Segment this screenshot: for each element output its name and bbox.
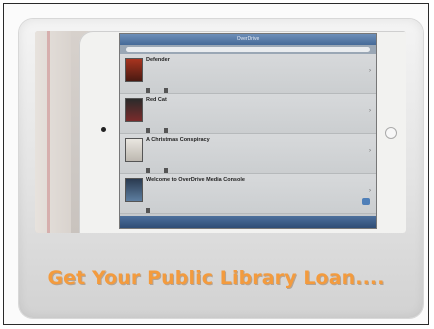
book-title: A Christmas Conspiracy <box>146 137 210 143</box>
app-navbar: OverDrive <box>120 34 376 45</box>
book-row-icons <box>146 122 170 134</box>
chevron-right-icon: › <box>369 108 371 114</box>
app-title: OverDrive <box>236 36 260 42</box>
slide-headline: Get Your Public Library Loan.... <box>47 267 385 289</box>
book-meta: Red Cat <box>146 97 306 104</box>
book-row: Defender › <box>120 54 376 94</box>
book-row: Red Cat › <box>120 94 376 134</box>
camera-icon <box>101 127 106 132</box>
wall-stripe <box>47 31 50 233</box>
book-title: Red Cat <box>146 97 167 103</box>
search-field <box>126 47 370 52</box>
chevron-right-icon: › <box>369 188 371 194</box>
wall-background <box>35 31 71 233</box>
chevron-right-icon: › <box>369 68 371 74</box>
chevron-right-icon: › <box>369 148 371 154</box>
book-row-icons <box>146 162 170 174</box>
book-cover-icon <box>125 58 143 82</box>
book-title: Welcome to OverDrive Media Console <box>146 177 245 183</box>
book-row-icons <box>146 82 170 94</box>
info-icon <box>164 88 169 94</box>
book-cover-icon <box>125 138 143 162</box>
ipad-photo: OverDrive Defender › Red Cat › A Christm… <box>35 31 406 233</box>
home-button-icon <box>385 127 397 139</box>
book-row-icons <box>146 202 160 214</box>
info-icon <box>164 168 169 174</box>
book-row: Welcome to OverDrive Media Console › <box>120 174 376 214</box>
search-bar <box>120 45 376 54</box>
book-title: Defender <box>146 57 170 63</box>
ebook-icon <box>146 88 150 94</box>
download-button <box>362 198 370 205</box>
info-icon <box>164 128 169 134</box>
book-cover-icon <box>125 98 143 122</box>
slide-frame: OverDrive Defender › Red Cat › A Christm… <box>3 3 429 325</box>
ebook-icon <box>146 168 150 174</box>
ipad-device: OverDrive Defender › Red Cat › A Christm… <box>79 31 406 233</box>
headphones-icon <box>146 128 150 134</box>
book-list: Defender › Red Cat › A Christmas Conspir… <box>120 54 376 216</box>
book-meta: Welcome to OverDrive Media Console <box>146 177 306 184</box>
book-cover-icon <box>125 178 143 202</box>
app-tabbar <box>120 216 376 228</box>
ipad-screen: OverDrive Defender › Red Cat › A Christm… <box>119 33 377 229</box>
book-meta: A Christmas Conspiracy <box>146 137 306 144</box>
video-icon <box>146 208 150 214</box>
book-row: A Christmas Conspiracy › <box>120 134 376 174</box>
book-meta: Defender <box>146 57 306 64</box>
